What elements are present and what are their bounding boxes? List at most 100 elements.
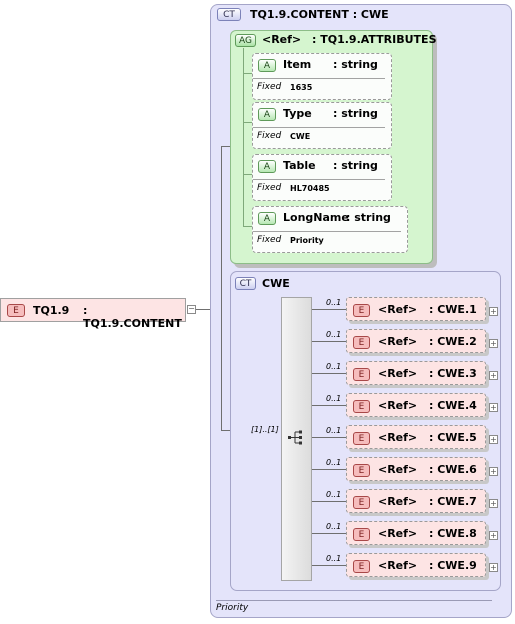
element-ref-box[interactable]: E <Ref> : CWE.3: [346, 361, 486, 385]
root-collapse-icon[interactable]: −: [187, 305, 196, 314]
element-ref-box[interactable]: E <Ref> : CWE.1: [346, 297, 486, 321]
expand-icon[interactable]: +: [489, 499, 498, 508]
attribute-badge: A: [258, 108, 276, 121]
expand-icon[interactable]: +: [489, 403, 498, 412]
element-ref: <Ref>: [378, 431, 418, 444]
fixed-value: Priority: [290, 236, 324, 245]
attribute-connector: [243, 48, 244, 226]
root-element-name: TQ1.9: [33, 304, 70, 317]
expand-icon[interactable]: +: [489, 467, 498, 476]
element-ref-box[interactable]: E <Ref>: CWE.4: [346, 393, 486, 417]
element-ref: <Ref>: [378, 335, 418, 348]
element-type: : CWE.4: [429, 399, 477, 412]
attribute-divider: [253, 127, 385, 128]
fixed-value: 1635: [290, 83, 313, 92]
attribute-divider: [253, 231, 401, 232]
attribute-badge: A: [258, 212, 276, 225]
fixed-label: Fixed: [257, 183, 282, 193]
connector-vertical: [221, 146, 222, 430]
attribute-box: A Item: string Fixed 1635: [252, 53, 392, 100]
attribute-group-badge: AG: [235, 34, 256, 47]
element-occurrence: 0..1: [326, 362, 342, 371]
attribute-type: : string: [333, 159, 378, 172]
cwe-type-badge: CT: [235, 277, 256, 290]
attribute-group-ref: <Ref>: [262, 33, 302, 46]
expand-icon[interactable]: +: [489, 339, 498, 348]
element-ref: <Ref>: [378, 399, 418, 412]
fixed-label: Fixed: [257, 131, 282, 141]
element-ref: <Ref>: [378, 303, 418, 316]
attribute-name: LongName: [283, 211, 349, 224]
element-badge: E: [353, 368, 370, 381]
attribute-box: A Table: string Fixed HL70485: [252, 154, 392, 201]
element-ref-box[interactable]: E <Ref> : CWE.2: [346, 329, 486, 353]
element-badge: E: [353, 336, 370, 349]
attribute-box: A LongName: string Fixed Priority: [252, 206, 408, 253]
element-occurrence: 0..1: [326, 554, 342, 563]
sequence-occurrence: [1]..[1]: [251, 425, 279, 434]
content-type-badge: CT: [217, 8, 241, 21]
element-type: : CWE.5: [429, 431, 477, 444]
attribute-name: Item: [283, 58, 312, 71]
element-badge: E: [353, 496, 370, 509]
element-badge: E: [353, 528, 370, 541]
root-element-type: : TQ1.9.CONTENT: [83, 304, 182, 330]
attribute-divider: [253, 179, 385, 180]
fixed-label: Fixed: [257, 82, 282, 92]
element-occurrence: 0..1: [326, 298, 342, 307]
element-badge: E: [353, 464, 370, 477]
element-type: : CWE.7: [429, 495, 477, 508]
element-connector: [312, 437, 346, 438]
attribute-name: Table: [283, 159, 316, 172]
element-occurrence: 0..1: [326, 426, 342, 435]
element-badge: E: [353, 432, 370, 445]
element-ref-box[interactable]: E <Ref>: CWE.8: [346, 521, 486, 545]
content-type-title: TQ1.9.CONTENT : CWE: [250, 8, 389, 21]
element-connector: [312, 373, 346, 374]
element-type: : CWE.2: [429, 335, 477, 348]
attribute-group-type: : TQ1.9.ATTRIBUTES: [312, 33, 437, 46]
expand-icon[interactable]: +: [489, 307, 498, 316]
element-ref: <Ref>: [378, 463, 418, 476]
element-badge: E: [7, 304, 25, 317]
expand-icon[interactable]: +: [489, 563, 498, 572]
cwe-type-title: CWE: [262, 277, 290, 290]
attribute-divider: [253, 78, 385, 79]
element-ref: <Ref>: [378, 527, 418, 540]
element-connector: [312, 405, 346, 406]
element-connector: [312, 309, 346, 310]
element-connector: [312, 533, 346, 534]
expand-icon[interactable]: +: [489, 531, 498, 540]
root-element[interactable]: E TQ1.9 : TQ1.9.CONTENT: [0, 298, 186, 330]
expand-icon[interactable]: +: [489, 435, 498, 444]
element-badge: E: [353, 304, 370, 317]
fixed-label: Fixed: [257, 235, 282, 245]
element-ref-box[interactable]: E <Ref> : CWE.6: [346, 457, 486, 481]
connector-root: [196, 309, 210, 310]
attribute-badge: A: [258, 160, 276, 173]
element-ref-box[interactable]: E <Ref> : CWE.5: [346, 425, 486, 449]
element-type: : CWE.3: [429, 367, 477, 380]
element-occurrence: 0..1: [326, 330, 342, 339]
content-type-footer: Priority: [216, 603, 249, 613]
element-ref: <Ref>: [378, 367, 418, 380]
element-type: : CWE.9: [429, 559, 477, 572]
element-ref: <Ref>: [378, 495, 418, 508]
element-connector: [312, 501, 346, 502]
attribute-type: : string: [346, 211, 391, 224]
element-occurrence: 0..1: [326, 490, 342, 499]
attribute-type: : string: [333, 58, 378, 71]
element-occurrence: 0..1: [326, 522, 342, 531]
element-occurrence: 0..1: [326, 458, 342, 467]
expand-icon[interactable]: +: [489, 371, 498, 380]
element-ref-box[interactable]: E <Ref>: CWE.9: [346, 553, 486, 577]
fixed-value: CWE: [290, 132, 311, 141]
element-type: : CWE.6: [429, 463, 477, 476]
footer-divider: [216, 600, 492, 601]
attribute-box: A Type: string Fixed CWE: [252, 102, 392, 149]
element-ref: <Ref>: [378, 559, 418, 572]
attribute-name: Type: [283, 107, 312, 120]
element-type: : CWE.1: [429, 303, 477, 316]
element-ref-box[interactable]: E <Ref> : CWE.7: [346, 489, 486, 513]
element-connector: [312, 469, 346, 470]
